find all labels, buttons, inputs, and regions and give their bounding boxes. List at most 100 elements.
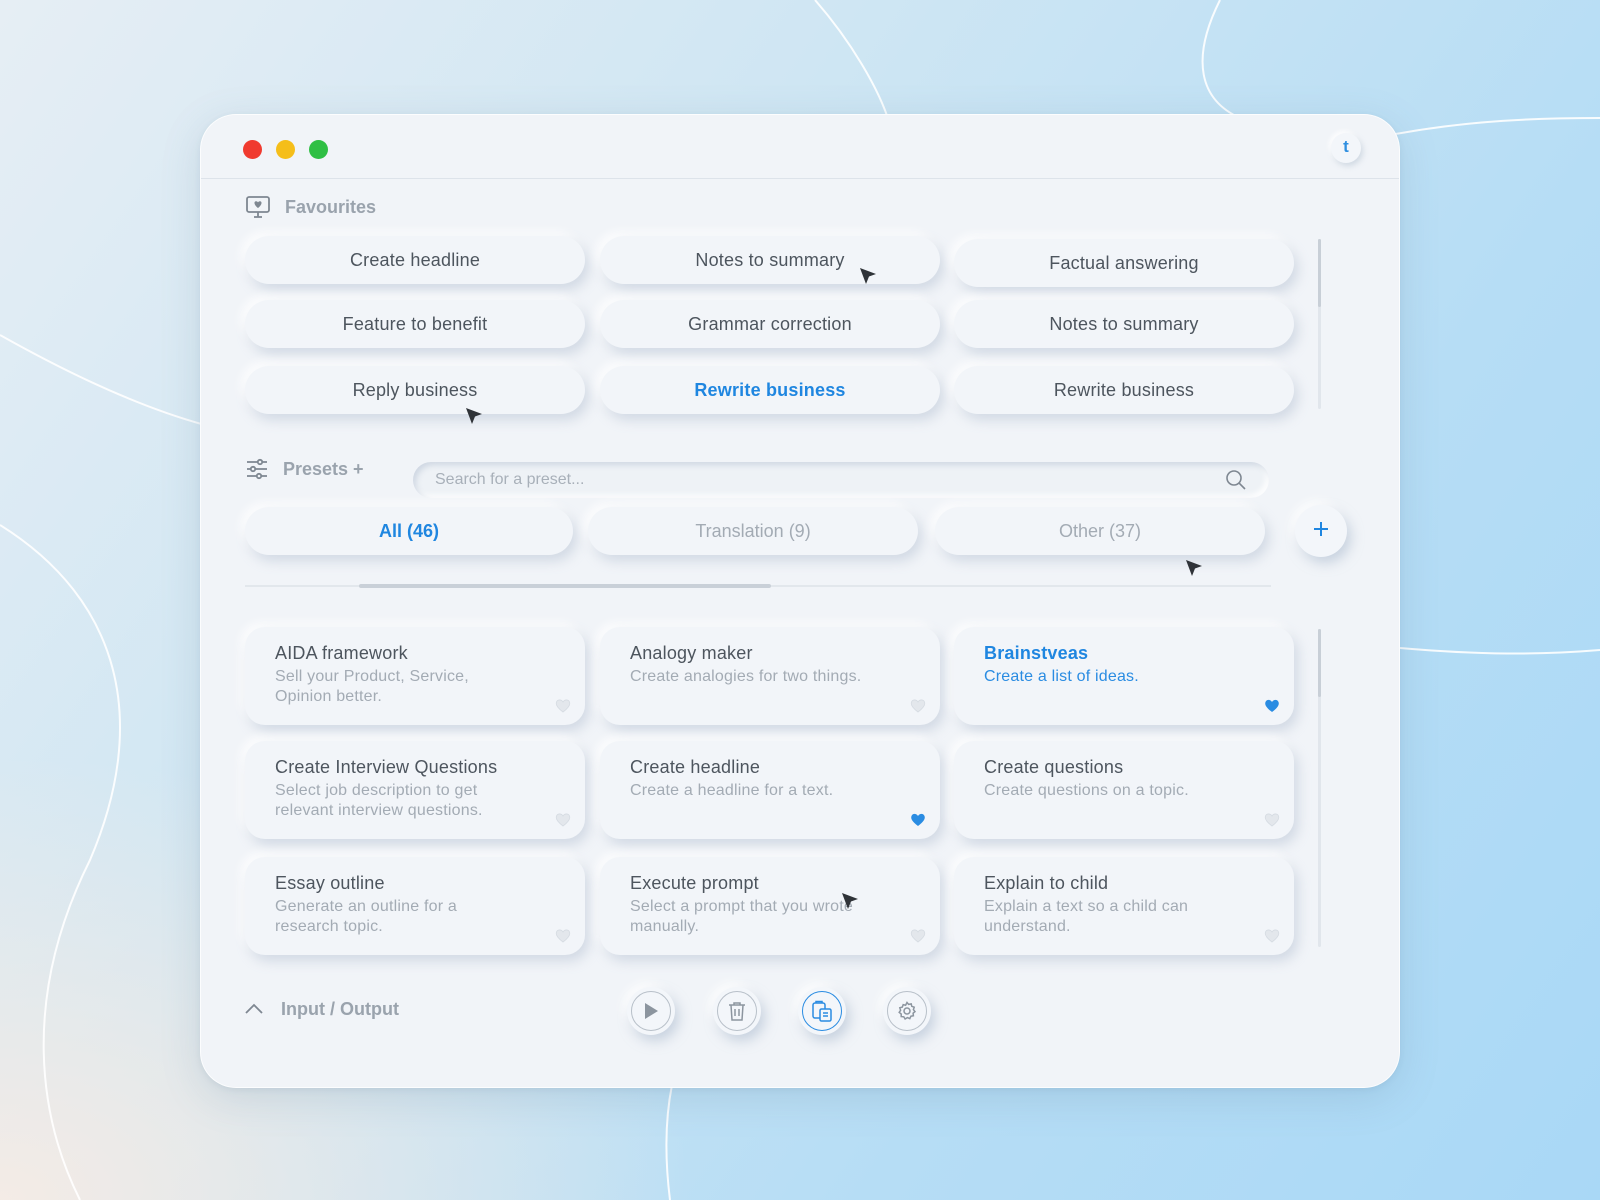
preset-card[interactable]: Explain to child Explain a text so a chi… xyxy=(954,857,1294,955)
favourite-label: Feature to benefit xyxy=(342,313,488,334)
maximize-window-button[interactable] xyxy=(309,140,328,159)
favourite-label: Reply business xyxy=(352,379,478,400)
heart-icon[interactable] xyxy=(910,698,926,713)
heart-icon[interactable] xyxy=(910,928,926,943)
favourite-item[interactable]: Notes to summary xyxy=(600,236,940,284)
io-toggle[interactable]: Input / Output xyxy=(245,999,399,1020)
io-bar: Input / Output xyxy=(201,987,1399,1063)
favourite-label: Notes to summary xyxy=(695,249,845,270)
favourite-label: Create headline xyxy=(349,249,481,270)
preset-card[interactable]: Create headline Create a headline for a … xyxy=(600,741,940,839)
presets-scroll-thumb[interactable] xyxy=(1318,629,1321,697)
preset-title: Analogy maker xyxy=(630,643,753,663)
tab-translation[interactable]: Translation (9) xyxy=(588,507,918,555)
presets-header: Presets + xyxy=(245,457,364,481)
preset-search-bar[interactable] xyxy=(413,462,1269,498)
play-icon xyxy=(645,1003,658,1019)
heart-filled-icon[interactable] xyxy=(1264,698,1280,713)
preset-card[interactable]: Analogy maker Create analogies for two t… xyxy=(600,627,940,725)
preset-card[interactable]: Execute prompt Select a prompt that you … xyxy=(600,857,940,955)
chevron-up-icon xyxy=(245,999,263,1020)
close-window-button[interactable] xyxy=(243,140,262,159)
gear-icon xyxy=(898,1001,917,1021)
search-icon[interactable] xyxy=(1225,469,1247,491)
tabs-scrollbar[interactable] xyxy=(245,584,1271,588)
preset-title: Create Interview Questions xyxy=(275,757,498,777)
favourite-label: Factual answering xyxy=(1049,252,1199,273)
monitor-heart-icon xyxy=(245,195,271,219)
play-button[interactable] xyxy=(627,987,675,1035)
preset-description: Create a headline for a text. xyxy=(630,782,834,799)
preset-title: Create questions xyxy=(984,757,1124,777)
tab-other[interactable]: Other (37) xyxy=(935,507,1265,555)
preset-card-active[interactable]: Brainstveas Create a list of ideas. xyxy=(954,627,1294,725)
favourite-item[interactable]: Notes to summary xyxy=(954,300,1294,348)
heart-icon[interactable] xyxy=(1264,928,1280,943)
favourite-label: Rewrite business xyxy=(694,379,846,400)
favourites-header: Favourites xyxy=(245,195,376,219)
favourites-title: Favourites xyxy=(285,196,377,217)
preset-card[interactable]: Create questions Create questions on a t… xyxy=(954,741,1294,839)
delete-button[interactable] xyxy=(713,987,761,1035)
preset-title: Explain to child xyxy=(984,873,1109,893)
favourite-item[interactable]: Feature to benefit xyxy=(245,300,585,348)
io-label: Input / Output xyxy=(281,999,399,1019)
search-input[interactable] xyxy=(435,471,1225,489)
preset-title: Brainstveas xyxy=(984,643,1089,663)
preset-description: Create a list of ideas. xyxy=(984,668,1139,685)
favourite-item-active[interactable]: Rewrite business xyxy=(600,366,940,414)
favourites-scroll-thumb[interactable] xyxy=(1318,239,1321,307)
play-button-ring xyxy=(631,991,671,1031)
preset-description: Explain a text so a child can understand… xyxy=(984,898,1189,935)
trash-icon xyxy=(729,1002,745,1021)
tab-label: Other (37) xyxy=(1058,520,1142,541)
app-window: t Favourites Create headline Notes to su… xyxy=(200,114,1400,1088)
paste-button-ring xyxy=(802,991,842,1031)
preset-card[interactable]: Essay outline Generate an outline for a … xyxy=(245,857,585,955)
preset-description: Generate an outline for a research topic… xyxy=(275,898,458,935)
settings-button-ring xyxy=(887,991,927,1031)
preset-description: Create analogies for two things. xyxy=(630,668,862,685)
tab-label: Translation (9) xyxy=(695,520,811,541)
favourites-scrollbar[interactable] xyxy=(1318,239,1321,409)
title-bar: t xyxy=(201,115,1399,179)
favourite-label: Notes to summary xyxy=(1049,313,1199,334)
preset-description: Select job description to get relevant i… xyxy=(275,782,483,819)
mouse-cursor xyxy=(842,893,858,909)
mouse-cursor xyxy=(860,268,876,284)
heart-icon[interactable] xyxy=(555,698,571,713)
favourite-item[interactable]: Grammar correction xyxy=(600,300,940,348)
delete-button-ring xyxy=(717,991,757,1031)
mouse-cursor xyxy=(1186,560,1202,576)
favourite-item[interactable]: Factual answering xyxy=(954,239,1294,287)
tabs-scroll-thumb[interactable] xyxy=(359,584,771,588)
heart-icon[interactable] xyxy=(555,812,571,827)
tab-label: All (46) xyxy=(378,520,439,541)
paste-button[interactable] xyxy=(798,987,846,1035)
preset-description: Create questions on a topic. xyxy=(984,782,1189,799)
heart-filled-icon[interactable] xyxy=(910,812,926,827)
preset-title: Essay outline xyxy=(275,873,385,893)
favourite-item[interactable]: Rewrite business xyxy=(954,366,1294,414)
favourite-label: Rewrite business xyxy=(1053,379,1195,400)
avatar[interactable]: t xyxy=(1331,133,1361,163)
preset-title: Execute prompt xyxy=(630,873,759,893)
heart-icon[interactable] xyxy=(1264,812,1280,827)
clipboard-icon xyxy=(812,1000,832,1022)
presets-scrollbar[interactable] xyxy=(1318,629,1321,947)
add-preset-button[interactable] xyxy=(1295,505,1347,557)
sliders-icon[interactable] xyxy=(245,457,269,481)
preset-card[interactable]: Create Interview Questions Select job de… xyxy=(245,741,585,839)
favourite-item[interactable]: Reply business xyxy=(245,366,585,414)
plus-icon xyxy=(1312,520,1330,543)
mouse-cursor xyxy=(466,408,482,424)
heart-icon[interactable] xyxy=(555,928,571,943)
presets-title[interactable]: Presets + xyxy=(283,459,364,480)
minimize-window-button[interactable] xyxy=(276,140,295,159)
preset-description: Sell your Product, Service, Opinion bett… xyxy=(275,668,469,705)
tab-all[interactable]: All (46) xyxy=(245,507,573,555)
preset-card[interactable]: AIDA framework Sell your Product, Servic… xyxy=(245,627,585,725)
favourite-item[interactable]: Create headline xyxy=(245,236,585,284)
preset-title: AIDA framework xyxy=(275,643,408,663)
settings-button[interactable] xyxy=(883,987,931,1035)
